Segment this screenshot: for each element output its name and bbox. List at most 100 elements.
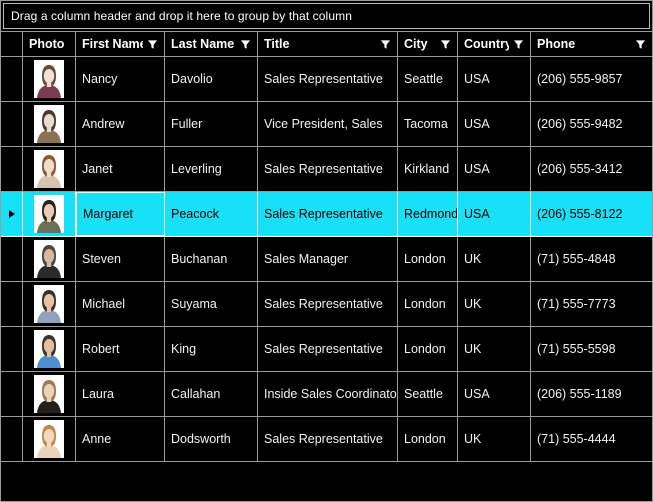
filter-funnel-icon[interactable]: [635, 39, 646, 50]
cell-city[interactable]: London: [398, 237, 458, 281]
cell-country[interactable]: USA: [458, 372, 531, 416]
cell-last[interactable]: Fuller: [165, 102, 258, 146]
cell-last[interactable]: Leverling: [165, 147, 258, 191]
cell-photo[interactable]: [23, 57, 76, 101]
table-row[interactable]: Janet Leverling Sales Representative Kirkla…: [1, 147, 652, 192]
cell-phone[interactable]: (206) 555-9482: [531, 102, 652, 146]
cell-title[interactable]: Sales Representative: [258, 57, 398, 101]
cell-country[interactable]: UK: [458, 282, 531, 326]
row-indicator-cell[interactable]: [1, 372, 23, 416]
cell-city[interactable]: London: [398, 282, 458, 326]
table-row[interactable]: Michael Suyama Sales Representative London U…: [1, 282, 652, 327]
cell-country[interactable]: UK: [458, 417, 531, 461]
column-header-last[interactable]: Last Name: [165, 32, 258, 56]
cell-phone[interactable]: (71) 555-5598: [531, 327, 652, 371]
cell-first[interactable]: Laura: [76, 372, 165, 416]
cell-city[interactable]: London: [398, 417, 458, 461]
cell-last[interactable]: Suyama: [165, 282, 258, 326]
cell-photo[interactable]: [23, 282, 76, 326]
cell-title[interactable]: Sales Manager: [258, 237, 398, 281]
cell-phone[interactable]: (206) 555-9857: [531, 57, 652, 101]
cell-first[interactable]: Anne: [76, 417, 165, 461]
cell-first[interactable]: Nancy: [76, 57, 165, 101]
cell-last[interactable]: Callahan: [165, 372, 258, 416]
column-header-first[interactable]: First Name: [76, 32, 165, 56]
row-indicator-cell[interactable]: [1, 192, 23, 236]
cell-phone[interactable]: (206) 555-3412: [531, 147, 652, 191]
column-header-phone[interactable]: Phone: [531, 32, 652, 56]
cell-phone[interactable]: (71) 555-7773: [531, 282, 652, 326]
cell-city[interactable]: Tacoma: [398, 102, 458, 146]
column-header-city[interactable]: City: [398, 32, 458, 56]
cell-last[interactable]: King: [165, 327, 258, 371]
cell-first[interactable]: Margaret: [76, 192, 165, 236]
cell-city[interactable]: London: [398, 327, 458, 371]
cell-phone[interactable]: (206) 555-1189: [531, 372, 652, 416]
cell-city[interactable]: Kirkland: [398, 147, 458, 191]
cell-city[interactable]: Seattle: [398, 372, 458, 416]
cell-title[interactable]: Sales Representative: [258, 417, 398, 461]
cell-photo[interactable]: [23, 102, 76, 146]
cell-photo[interactable]: [23, 192, 76, 236]
table-row[interactable]: Laura Callahan Inside Sales Coordinator Sea…: [1, 372, 652, 417]
row-indicator-cell[interactable]: [1, 147, 23, 191]
table-row[interactable]: Andrew Fuller Vice President, Sales Tacoma U…: [1, 102, 652, 147]
filter-funnel-icon[interactable]: [240, 39, 251, 50]
cell-last[interactable]: Davolio: [165, 57, 258, 101]
cell-country[interactable]: USA: [458, 102, 531, 146]
data-grid[interactable]: Drag a column header and drop it here to…: [0, 0, 653, 502]
cell-country[interactable]: UK: [458, 327, 531, 371]
column-header-photo[interactable]: Photo: [23, 32, 76, 56]
column-header-country[interactable]: Country: [458, 32, 531, 56]
cell-phone[interactable]: (206) 555-8122: [531, 192, 652, 236]
table-row[interactable]: Anne Dodsworth Sales Representative London U…: [1, 417, 652, 462]
cell-country[interactable]: USA: [458, 57, 531, 101]
cell-title[interactable]: Sales Representative: [258, 327, 398, 371]
row-indicator-cell[interactable]: [1, 327, 23, 371]
table-row[interactable]: Nancy Davolio Sales Representative Seattle U…: [1, 57, 652, 102]
filter-funnel-icon[interactable]: [440, 39, 451, 50]
filter-funnel-icon[interactable]: [380, 39, 391, 50]
cell-photo[interactable]: [23, 147, 76, 191]
cell-country[interactable]: UK: [458, 237, 531, 281]
table-row[interactable]: Margaret Peacock Sales Representative Redmo…: [1, 192, 652, 237]
cell-country[interactable]: USA: [458, 147, 531, 191]
row-indicator-cell[interactable]: [1, 282, 23, 326]
table-row[interactable]: Steven Buchanan Sales Manager London UK (71) …: [1, 237, 652, 282]
cell-title[interactable]: Sales Representative: [258, 147, 398, 191]
cell-phone[interactable]: (71) 555-4444: [531, 417, 652, 461]
cell-photo[interactable]: [23, 417, 76, 461]
cell-title[interactable]: Inside Sales Coordinator: [258, 372, 398, 416]
filter-funnel-icon[interactable]: [147, 39, 158, 50]
cell-last[interactable]: Buchanan: [165, 237, 258, 281]
column-header-indicator[interactable]: [1, 32, 23, 56]
cell-title[interactable]: Vice President, Sales: [258, 102, 398, 146]
group-by-panel[interactable]: Drag a column header and drop it here to…: [3, 3, 650, 29]
cell-first[interactable]: Michael: [76, 282, 165, 326]
cell-phone[interactable]: (71) 555-4848: [531, 237, 652, 281]
cell-photo[interactable]: [23, 372, 76, 416]
cell-first[interactable]: Andrew: [76, 102, 165, 146]
row-indicator-cell[interactable]: [1, 102, 23, 146]
cell-last[interactable]: Dodsworth: [165, 417, 258, 461]
cell-last[interactable]: Peacock: [165, 192, 258, 236]
cell-city[interactable]: Seattle: [398, 57, 458, 101]
row-indicator-cell[interactable]: [1, 417, 23, 461]
cell-first[interactable]: Robert: [76, 327, 165, 371]
column-header-title[interactable]: Title: [258, 32, 398, 56]
cell-title[interactable]: Sales Representative: [258, 282, 398, 326]
cell-first[interactable]: Janet: [76, 147, 165, 191]
cell-photo[interactable]: [23, 237, 76, 281]
cell-country[interactable]: USA: [458, 192, 531, 236]
employee-photo-icon: [34, 105, 64, 143]
cell-photo[interactable]: [23, 327, 76, 371]
table-row[interactable]: Robert King Sales Representative London UK (7…: [1, 327, 652, 372]
cell-city[interactable]: Redmond: [398, 192, 458, 236]
row-indicator-cell[interactable]: [1, 57, 23, 101]
filter-funnel-icon[interactable]: [513, 39, 524, 50]
grid-body[interactable]: Nancy Davolio Sales Representative Seattle U…: [1, 57, 652, 501]
cell-title[interactable]: Sales Representative: [258, 192, 398, 236]
column-header-row[interactable]: Photo First Name Last Name Title City Country…: [1, 31, 652, 57]
cell-first[interactable]: Steven: [76, 237, 165, 281]
row-indicator-cell[interactable]: [1, 237, 23, 281]
